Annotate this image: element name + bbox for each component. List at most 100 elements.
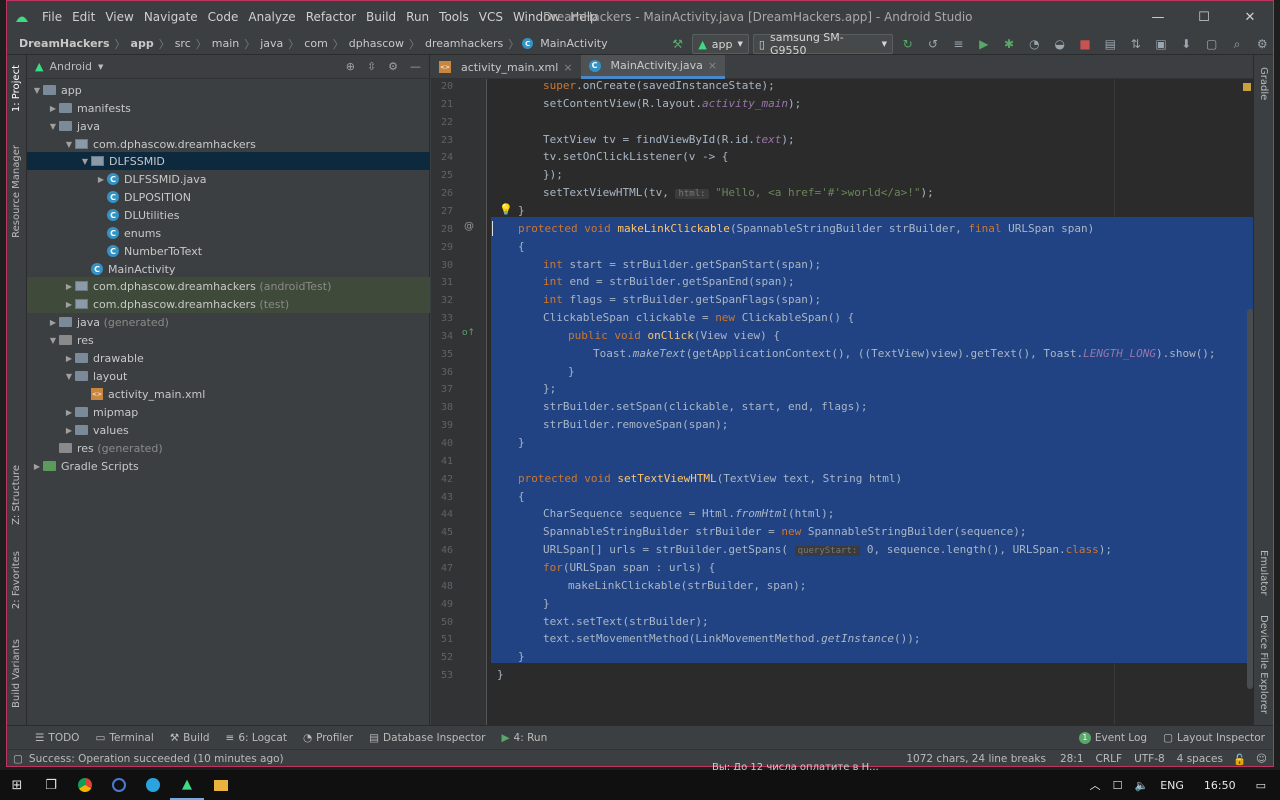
tool-gradle[interactable]: Gradle xyxy=(1258,67,1269,100)
code-line[interactable]: Toast.makeText(getApplicationContext(), … xyxy=(593,345,1216,363)
code-line[interactable]: for(URLSpan span : urls) { xyxy=(543,559,715,577)
code-line[interactable]: protected void setTextViewHTML(TextView … xyxy=(518,470,902,488)
hide-icon[interactable]: — xyxy=(410,60,421,73)
breadcrumb-src[interactable]: src xyxy=(173,37,193,50)
file-encoding[interactable]: UTF-8 xyxy=(1128,753,1171,765)
code-line[interactable]: TextView tv = findViewById(R.id.text); xyxy=(543,131,795,149)
lock-icon[interactable]: 🔓 xyxy=(1229,753,1250,766)
tree-item[interactable]: ▼ java xyxy=(27,117,430,135)
tool-project[interactable]: 1: Project xyxy=(11,65,22,112)
code-line[interactable]: } xyxy=(568,363,575,381)
breadcrumb-main[interactable]: main xyxy=(210,37,241,50)
tool-terminal[interactable]: ▭ Terminal xyxy=(87,732,161,744)
tool-favorites[interactable]: 2: Favorites xyxy=(11,551,22,609)
app-icon[interactable] xyxy=(102,770,136,800)
tool-layout-inspector[interactable]: ▢ Layout Inspector xyxy=(1155,732,1273,744)
code-line[interactable]: tv.setOnClickListener(v -> { xyxy=(543,148,728,166)
warning-indicator-icon[interactable] xyxy=(1243,83,1251,91)
file-explorer-icon[interactable] xyxy=(204,770,238,800)
tray-chevron-icon[interactable]: ︿ xyxy=(1084,777,1107,793)
minimize-button[interactable]: — xyxy=(1135,1,1181,33)
code-line[interactable]: { xyxy=(518,488,525,506)
tab-activity-main-xml[interactable]: <> activity_main.xml × xyxy=(431,55,581,79)
search-icon[interactable]: ⌕ xyxy=(1226,34,1247,54)
tree-item[interactable]: Cenums xyxy=(27,224,430,242)
code-line[interactable]: int end = strBuilder.getSpanEnd(span); xyxy=(543,273,795,291)
tree-item[interactable]: C DLPOSITION xyxy=(27,188,430,206)
maximize-button[interactable]: ☐ xyxy=(1181,1,1227,33)
code-line[interactable]: } xyxy=(518,434,525,452)
tree-item[interactable]: ▼ com.dphascow.dreamhackers xyxy=(27,135,430,153)
task-view-icon[interactable]: ❐ xyxy=(34,770,68,800)
tree-item[interactable]: C MainActivity xyxy=(27,260,430,278)
code-line[interactable]: }; xyxy=(543,380,556,398)
code-line[interactable]: strBuilder.setSpan(clickable, start, end… xyxy=(543,398,868,416)
code-line[interactable]: text.setMovementMethod(LinkMovementMetho… xyxy=(543,630,921,648)
close-tab-icon[interactable]: × xyxy=(563,61,572,74)
tool-logcat[interactable]: ≡ 6: Logcat xyxy=(218,732,295,744)
windows-start-icon[interactable]: ⊞ xyxy=(0,770,34,800)
tool-device-file-explorer[interactable]: Device File Explorer xyxy=(1258,615,1269,714)
apply-changes-icon[interactable]: ↻ xyxy=(897,34,918,54)
tree-item[interactable]: res (generated) xyxy=(27,439,430,457)
breadcrumb-java[interactable]: java xyxy=(258,37,285,50)
tool-build-variants[interactable]: Build Variants xyxy=(11,639,22,708)
breadcrumb-com[interactable]: com xyxy=(302,37,330,50)
profile-icon[interactable]: ◔ xyxy=(1024,34,1045,54)
debug-icon[interactable]: ✱ xyxy=(998,34,1019,54)
stop-icon[interactable]: ■ xyxy=(1074,34,1095,54)
status-message[interactable]: Success: Operation succeeded (10 minutes… xyxy=(29,753,284,765)
chrome-icon[interactable] xyxy=(68,770,102,800)
code-line[interactable]: SpannableStringBuilder strBuilder = new … xyxy=(543,523,1026,541)
tree-item[interactable]: ▶ com.dphascow.dreamhackers (androidTest) xyxy=(27,277,430,295)
menu-vcs[interactable]: VCS xyxy=(474,10,508,24)
apply-code-changes-icon[interactable]: ↺ xyxy=(922,34,943,54)
code-line[interactable]: super.onCreate(savedInstanceState); xyxy=(543,79,775,95)
telegram-icon[interactable] xyxy=(136,770,170,800)
tool-emulator[interactable]: Emulator xyxy=(1258,550,1269,595)
network-icon[interactable]: ☐ xyxy=(1107,779,1129,792)
code-line[interactable]: } xyxy=(518,202,525,220)
run-icon[interactable]: ▶ xyxy=(973,34,994,54)
locate-icon[interactable]: ⊕ xyxy=(346,60,355,73)
settings-icon[interactable]: ⚙ xyxy=(1252,34,1273,54)
sdk-manager-icon[interactable]: ⬇ xyxy=(1176,34,1197,54)
breadcrumb-module[interactable]: app xyxy=(129,37,156,50)
tool-structure[interactable]: Z: Structure xyxy=(11,465,22,525)
code-line[interactable]: text.setText(strBuilder); xyxy=(543,613,709,631)
code-line[interactable]: } xyxy=(518,648,525,666)
tool-event-log[interactable]: 1 Event Log xyxy=(1071,731,1155,744)
clock[interactable]: 16:50 xyxy=(1190,779,1250,792)
tree-item[interactable]: ▶ java (generated) xyxy=(27,313,430,331)
menu-build[interactable]: Build xyxy=(361,10,401,24)
code-line[interactable]: strBuilder.removeSpan(span); xyxy=(543,416,728,434)
project-view-select[interactable]: Android xyxy=(49,60,92,73)
code-line[interactable]: }); xyxy=(543,166,563,184)
notifications-icon[interactable]: ▭ xyxy=(1250,779,1280,792)
code-line[interactable]: makeLinkClickable(strBuilder, span); xyxy=(568,577,806,595)
device-select[interactable]: ▯ samsung SM-G9550 ▼ xyxy=(752,31,894,57)
tool-build[interactable]: ⚒ Build xyxy=(162,732,218,744)
tree-item[interactable]: <> activity_main.xml xyxy=(27,385,430,403)
tree-item[interactable]: ▼ app xyxy=(27,81,430,99)
menu-tools[interactable]: Tools xyxy=(434,10,474,24)
tree-item[interactable]: ▶ drawable xyxy=(27,349,430,367)
lightbulb-icon[interactable]: 💡 xyxy=(499,203,513,216)
breadcrumb-dreamhackers[interactable]: dreamhackers xyxy=(423,37,505,50)
menu-view[interactable]: View xyxy=(100,10,138,24)
project-structure-icon[interactable]: ▤ xyxy=(1100,34,1121,54)
code-line[interactable]: int flags = strBuilder.getSpanFlags(span… xyxy=(543,291,821,309)
line-separator[interactable]: CRLF xyxy=(1090,753,1129,765)
gear-icon[interactable]: ⚙ xyxy=(388,60,398,73)
avd-manager-icon[interactable]: ▣ xyxy=(1150,34,1171,54)
code-line[interactable]: URLSpan[] urls = strBuilder.getSpans( qu… xyxy=(543,541,1112,559)
language-indicator[interactable]: ENG xyxy=(1154,779,1190,792)
code-line[interactable]: public void onClick(View view) { xyxy=(568,327,780,345)
tool-todo[interactable]: ☰ TODO xyxy=(27,732,87,744)
menu-analyze[interactable]: Analyze xyxy=(243,10,300,24)
menu-code[interactable]: Code xyxy=(203,10,244,24)
implements-marker-icon[interactable]: o↑ xyxy=(462,328,475,338)
caret-position[interactable]: 28:1 xyxy=(1054,753,1090,765)
tree-item[interactable]: ▶ manifests xyxy=(27,99,430,117)
indent-setting[interactable]: 4 spaces xyxy=(1171,753,1229,765)
